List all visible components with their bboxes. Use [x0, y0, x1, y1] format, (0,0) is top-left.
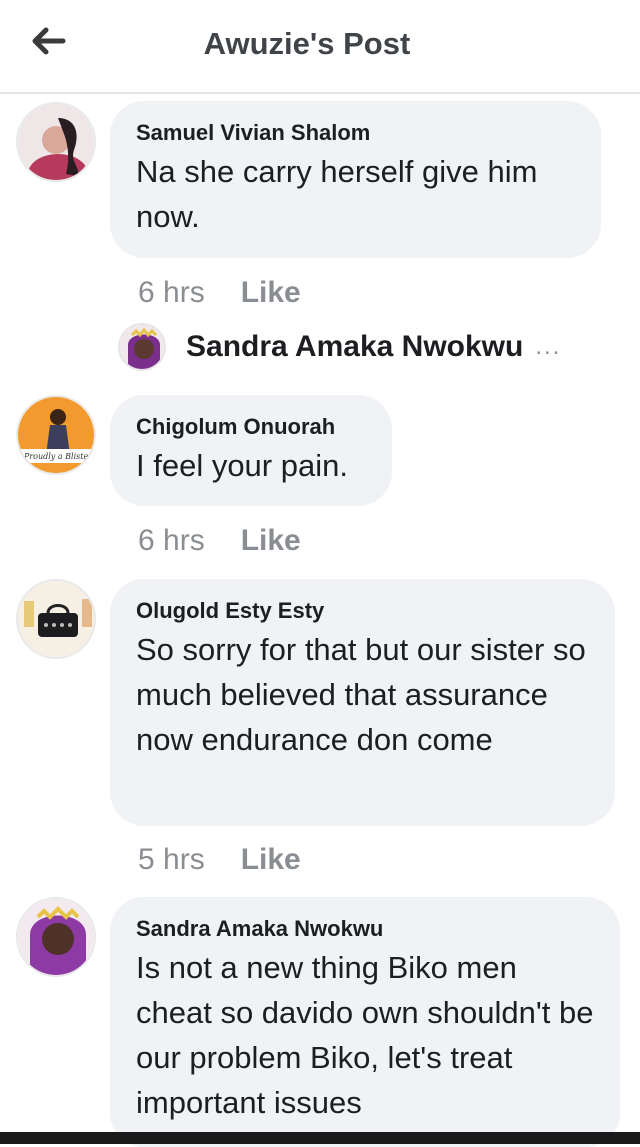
- more-replies-indicator: ...: [535, 333, 562, 360]
- profile-photo: [18, 899, 94, 975]
- comment-author[interactable]: Chigolum Onuorah: [136, 413, 366, 441]
- comment-bubble[interactable]: Chigolum Onuorah I feel your pain.: [110, 395, 392, 506]
- comment-time[interactable]: 5 hrs: [138, 843, 205, 876]
- reply-author: Sandra Amaka Nwokwu: [186, 330, 524, 363]
- comment-meta: 5 hrs Like: [138, 843, 301, 877]
- comment-meta: 6 hrs Like: [138, 276, 301, 310]
- comment-author[interactable]: Samuel Vivian Shalom: [136, 119, 575, 147]
- like-button[interactable]: Like: [241, 276, 301, 309]
- comment-author[interactable]: Sandra Amaka Nwokwu: [136, 915, 594, 943]
- comment-text: So sorry for that but our sister so much…: [136, 632, 586, 757]
- comment-author[interactable]: Olugold Esty Esty: [136, 597, 589, 625]
- profile-photo: Proudly a Blister: [18, 397, 94, 473]
- comment-time[interactable]: 6 hrs: [138, 276, 205, 309]
- avatar-commenter-1[interactable]: [16, 102, 96, 182]
- avatar-commenter-2[interactable]: Proudly a Blister: [16, 395, 96, 475]
- reply-preview[interactable]: Sandra Amaka Nwokwu ...: [118, 322, 561, 372]
- avatar-commenter-4[interactable]: [16, 897, 96, 977]
- comment-bubble[interactable]: Samuel Vivian Shalom Na she carry hersel…: [110, 101, 601, 258]
- comment-meta: 6 hrs Like: [138, 524, 301, 558]
- comment-bubble[interactable]: Sandra Amaka Nwokwu Is not a new thing B…: [110, 897, 620, 1147]
- like-button[interactable]: Like: [241, 524, 301, 557]
- profile-photo: [18, 581, 94, 657]
- top-app-bar: Awuzie's Post: [0, 0, 640, 94]
- comment-time[interactable]: 6 hrs: [138, 524, 205, 557]
- comment-text: Is not a new thing Biko men cheat so dav…: [136, 950, 594, 1120]
- system-nav-bar: [0, 1132, 640, 1144]
- like-button[interactable]: Like: [241, 843, 301, 876]
- profile-photo: [18, 104, 94, 180]
- comment-bubble[interactable]: Olugold Esty Esty So sorry for that but …: [110, 579, 615, 826]
- page-title: Awuzie's Post: [203, 26, 411, 61]
- comment-text: I feel your pain.: [136, 448, 348, 483]
- avatar-badge-text: Proudly a Blister: [23, 452, 93, 461]
- reply-avatar: [118, 323, 166, 371]
- comment-text: Na she carry herself give him now.: [136, 154, 538, 234]
- avatar-commenter-3[interactable]: [16, 579, 96, 659]
